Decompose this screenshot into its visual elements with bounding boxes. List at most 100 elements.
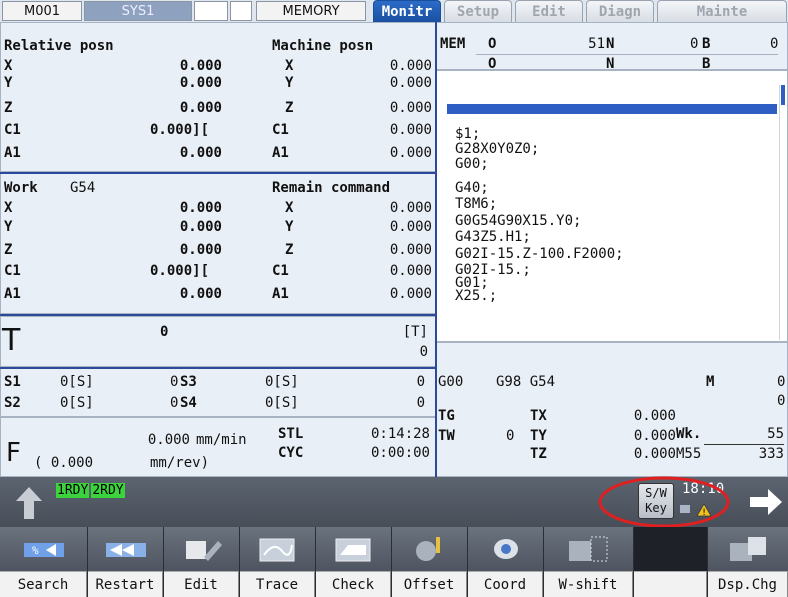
spindle-s4-value: 0[S] (265, 395, 299, 411)
work-axis-a1: A1 (4, 286, 21, 302)
feed-mm-rev-unit: mm/rev) (150, 455, 210, 471)
remain-value-a1: 0.000 (389, 286, 432, 302)
program-line: G43Z5.H1; (455, 229, 531, 245)
softkey-search[interactable]: % Search (0, 527, 88, 597)
check-icon (335, 538, 370, 562)
program-o-value: 51 (588, 36, 605, 52)
mode-label: MEMORY (256, 1, 366, 21)
feed-label: F (6, 438, 21, 468)
w-shift-icon (568, 536, 607, 562)
program-listing[interactable]: $1; G28X0Y0Z0; G00; G40; T8M6; G0G54G90X… (436, 70, 788, 342)
softkey-label: Search (0, 571, 87, 597)
spindle-s3-value: 0[S] (265, 374, 299, 390)
stl-label: STL (278, 426, 304, 442)
softkey-display-change[interactable]: Dsp.Chg (708, 527, 788, 597)
spindle-s1-number: 0 (170, 374, 179, 390)
program-line: G40; (455, 180, 489, 196)
system-label: SYS1 (84, 1, 192, 21)
softkey-label: Trace (240, 571, 315, 597)
work-value-c1: 0.000][ (150, 263, 210, 279)
remain-axis-c1: C1 (272, 263, 289, 279)
relative-value-y: 0.000 (179, 75, 222, 91)
tab-maintenance[interactable]: Mainte (657, 0, 787, 22)
spindle-s3-number: 0 (416, 374, 425, 390)
machine-value-y: 0.000 (389, 75, 432, 91)
tab-edit[interactable]: Edit (515, 0, 583, 22)
status-bar: 1RDY 2RDY S/W Key 18:10 ! (0, 476, 788, 528)
spindle-s4-number: 0 (416, 395, 425, 411)
machine-axis-a1: A1 (272, 145, 289, 161)
machine-value-z: 0.000 (389, 100, 432, 116)
wk-underline (704, 444, 784, 445)
tool-bracket-value: 0 (419, 344, 428, 360)
machine-name-label: M001 (2, 1, 82, 21)
tool-wear-label: TW (438, 428, 455, 444)
svg-text:%: % (32, 544, 39, 557)
tool-value: 0 (160, 324, 169, 340)
cyc-label: CYC (278, 445, 304, 461)
softkey-coord[interactable]: Coord (468, 527, 544, 597)
spindle-s3-label: S3 (180, 374, 197, 390)
softkey-restart[interactable]: Restart (88, 527, 164, 597)
wk-value: 55 (767, 426, 784, 442)
tab-setup[interactable]: Setup (444, 0, 512, 22)
tool-y-value: 0.000 (633, 428, 676, 444)
back-arrow-icon[interactable] (14, 485, 44, 521)
feed-mm-min-unit: mm/min (196, 432, 247, 448)
spindle-s4-label: S4 (180, 395, 197, 411)
softkey-edit[interactable]: Edit (164, 527, 240, 597)
forward-arrow-icon[interactable] (748, 487, 784, 517)
softkey-check[interactable]: Check (316, 527, 392, 597)
search-icon: % (23, 543, 64, 557)
modal-g00: G00 (438, 374, 464, 390)
tool-y-label: TY (530, 428, 547, 444)
relative-value-z: 0.000 (179, 100, 222, 116)
program-b-value: 0 (770, 36, 779, 52)
softkey-label: Coord (468, 571, 543, 597)
spindle-s2-value: 0[S] (60, 395, 94, 411)
softkey-empty[interactable] (634, 527, 708, 597)
cyc-value: 0:00:00 (370, 445, 430, 461)
remain-value-y: 0.000 (389, 219, 432, 235)
relative-axis-y: Y (4, 75, 13, 91)
work-axis-c1: C1 (4, 263, 21, 279)
tab-monitor[interactable]: Monitr (373, 0, 441, 22)
program-scrollbar[interactable] (779, 85, 787, 340)
program-line: X25.; (455, 288, 498, 304)
softkey-label: Check (316, 571, 391, 597)
softkey-trace[interactable]: Trace (240, 527, 316, 597)
tab-diagnosis[interactable]: Diagn (586, 0, 654, 22)
softkey-w-shift[interactable]: W-shift (544, 527, 634, 597)
coord-icon (493, 539, 518, 559)
program-line: G02I-15.Z-100.F2000; (455, 246, 624, 262)
softkey-label (634, 571, 707, 597)
feed-mm-rev-value: ( 0.000 (34, 455, 94, 471)
ready-2: 2RDY (91, 483, 125, 498)
remain-command-title: Remain command (272, 180, 391, 196)
program-line: G0G54G90X15.Y0; (455, 213, 582, 229)
program-n-label: N (606, 36, 615, 52)
modal-g98-g54: G98 G54 (496, 374, 556, 390)
relative-axis-z: Z (4, 100, 13, 116)
machine-axis-z: Z (285, 100, 294, 116)
work-value-a1: 0.000 (179, 286, 222, 302)
work-axis-z: Z (4, 242, 13, 258)
softkey-label: Edit (164, 571, 239, 597)
work-value-y: 0.000 (179, 219, 222, 235)
machine-axis-y: Y (285, 75, 294, 91)
remain-axis-y: Y (285, 219, 294, 235)
display-change-icon (730, 537, 766, 561)
program-cursor (447, 104, 777, 114)
feed-mm-min-value: 0.000 (147, 432, 190, 448)
wk-label: Wk. (676, 426, 702, 442)
tool-x-value: 0.000 (633, 408, 676, 424)
spindle-s1-value: 0[S] (60, 374, 94, 390)
machine-value-c1: 0.000 (389, 122, 432, 138)
softkey-offset[interactable]: Offset (392, 527, 468, 597)
header-divider (476, 54, 778, 55)
m55-value: 333 (758, 446, 784, 462)
program-scrollbar-thumb[interactable] (781, 85, 785, 105)
blank-indicator-1 (194, 1, 228, 21)
ready-1: 1RDY (56, 483, 90, 498)
relative-axis-a1: A1 (4, 145, 21, 161)
